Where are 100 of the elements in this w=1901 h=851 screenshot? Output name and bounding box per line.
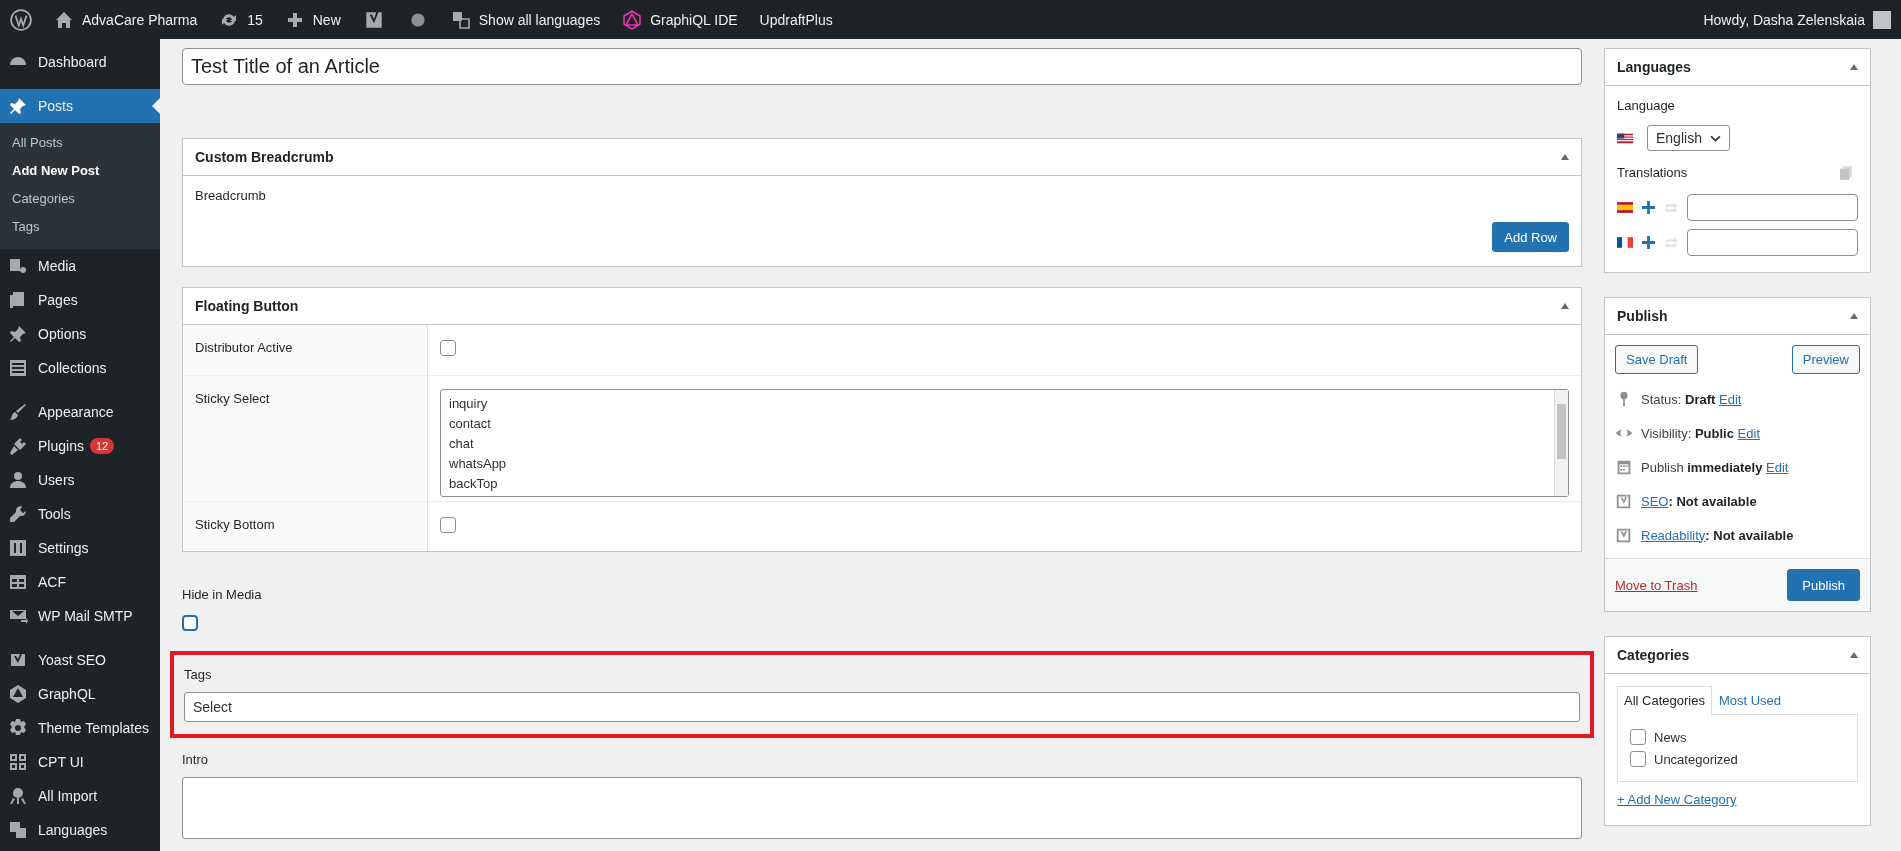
checkbox[interactable] — [440, 340, 456, 357]
admin-bar-link[interactable]: New — [284, 9, 341, 30]
move-to-trash-link[interactable]: Move to Trash — [1615, 577, 1698, 593]
publish-button[interactable]: Publish — [1787, 569, 1860, 601]
home-icon — [54, 9, 74, 30]
sync-icon — [1664, 201, 1678, 214]
edit-link[interactable]: Edit — [1737, 425, 1760, 441]
submenu-item[interactable]: Add New Post — [0, 157, 160, 185]
box-title: Languages — [1617, 59, 1691, 75]
field-label: Sticky Bottom — [195, 517, 276, 532]
field-label: Intro — [182, 752, 209, 767]
sidebar-item[interactable]: CPT UI — [0, 745, 160, 779]
sidebar-item[interactable]: Posts — [0, 89, 160, 123]
sidebar-item[interactable]: Yoast SEO — [0, 643, 160, 677]
language-select[interactable]: English — [1647, 125, 1730, 151]
add-row-button[interactable]: Add Row — [1492, 222, 1569, 252]
collapse-triangle-icon[interactable] — [1561, 303, 1569, 309]
status-text: : Not available — [1705, 527, 1794, 543]
field-label: Translations — [1617, 165, 1688, 180]
y-letter-icon — [1615, 526, 1633, 544]
translation-field[interactable] — [1687, 229, 1858, 256]
edit-link[interactable]: Edit — [1766, 459, 1789, 475]
sync-icon — [1664, 236, 1678, 249]
collapse-triangle-icon[interactable] — [1850, 313, 1858, 319]
sidebar-item[interactable]: GraphQL — [0, 677, 160, 711]
preview-button[interactable]: Preview — [1791, 345, 1860, 374]
save-draft-button[interactable]: Save Draft — [1615, 345, 1699, 374]
account-menu-link[interactable]: Howdy, Dasha Zelenskaia — [1703, 11, 1865, 28]
translate-icon — [8, 820, 28, 840]
field-label: Language — [1617, 98, 1676, 113]
category-tab[interactable]: All Categories — [1617, 686, 1712, 715]
list-option[interactable]: whatsApp — [449, 454, 1546, 474]
report-link[interactable]: Readability — [1641, 527, 1706, 543]
plug-icon — [8, 436, 28, 456]
pointer-triangle-icon — [152, 98, 160, 114]
submenu-item[interactable]: All Posts — [0, 129, 160, 157]
sidebar-item[interactable]: Options — [0, 317, 160, 351]
multi-select-list[interactable]: inquiry contact chat whatsApp backTop — [440, 389, 1569, 497]
admin-bar-link[interactable]: GraphiQL IDE — [622, 9, 738, 30]
select-field[interactable]: Select — [184, 692, 1580, 722]
sidebar-item[interactable]: Settings — [0, 531, 160, 565]
submenu-item[interactable]: Tags — [0, 213, 160, 241]
add-new-category-link[interactable]: + Add New Category — [1617, 792, 1737, 807]
sidebar-item[interactable]: Plugins 12 — [0, 429, 160, 463]
collapse-triangle-icon[interactable] — [1561, 154, 1569, 160]
list-option[interactable]: chat — [449, 434, 1546, 454]
admin-bar-link[interactable]: Show all languages — [450, 9, 601, 30]
avatar-placeholder — [1873, 10, 1891, 29]
sidebar-item[interactable]: Dashboard — [0, 45, 160, 79]
checkbox[interactable] — [1630, 751, 1646, 767]
sidebar-item[interactable]: Media — [0, 249, 160, 283]
admin-bar-link[interactable]: 15 — [219, 9, 263, 30]
category-tab[interactable]: Most Used — [1711, 686, 1789, 714]
hexagon-icon — [8, 684, 28, 704]
sidebar-item[interactable]: ACF — [0, 565, 160, 599]
sidebar-item[interactable]: Tools — [0, 497, 160, 531]
sidebar-item[interactable]: Theme Templates — [0, 711, 160, 745]
report-link[interactable]: SEO — [1641, 493, 1669, 509]
sidebar-item[interactable]: All Import — [0, 779, 160, 813]
hexagon-icon — [622, 9, 643, 30]
count-badge: 12 — [89, 438, 115, 454]
text-area[interactable] — [182, 777, 1582, 839]
octopus-icon — [8, 786, 28, 806]
flag-icon — [1617, 237, 1633, 248]
scrollbar[interactable] — [1554, 390, 1568, 496]
translate-icon — [450, 9, 471, 30]
add-icon[interactable] — [1642, 236, 1655, 249]
sidebar-item[interactable]: WP Mail SMTP — [0, 599, 160, 633]
collapse-triangle-icon[interactable] — [1850, 652, 1858, 658]
list-option[interactable]: backTop — [449, 474, 1546, 494]
submenu-item[interactable]: Categories — [0, 185, 160, 213]
list-option[interactable]: contact — [449, 414, 1546, 434]
checkbox[interactable] — [440, 517, 456, 534]
checkbox[interactable] — [182, 615, 198, 631]
pushpin-icon — [8, 324, 28, 344]
sidebar-item[interactable]: Users — [0, 463, 160, 497]
sidebar-item[interactable]: Pages — [0, 283, 160, 317]
admin-bar-link[interactable]: AdvaCare Pharma — [54, 9, 198, 30]
list-option[interactable]: inquiry — [449, 394, 1546, 414]
wordpress-logo-icon[interactable] — [10, 8, 32, 31]
checkbox[interactable] — [1630, 729, 1646, 745]
status-text: Publish immediately — [1641, 459, 1763, 475]
sidebar-item[interactable]: Languages — [0, 813, 160, 847]
box-title: Custom Breadcrumb — [195, 149, 334, 165]
flag-icon — [1617, 132, 1633, 144]
user-icon — [8, 470, 28, 490]
sliders-icon — [8, 538, 28, 558]
grid-icon — [8, 752, 28, 772]
collapse-triangle-icon[interactable] — [1850, 64, 1858, 70]
admin-bar-link[interactable]: UpdraftPlus — [759, 11, 833, 28]
sidebar-item[interactable]: Appearance — [0, 395, 160, 429]
chevron-down-icon — [1709, 134, 1721, 142]
add-icon[interactable] — [1642, 201, 1655, 214]
translation-field[interactable] — [1687, 194, 1858, 221]
sidebar-item[interactable]: Collections — [0, 351, 160, 385]
edit-link[interactable]: Edit — [1719, 391, 1742, 407]
category-label: News — [1654, 729, 1687, 745]
status-text: : Not available — [1668, 493, 1757, 509]
title-field[interactable]: Test Title of an Article — [182, 48, 1582, 85]
brush-icon — [8, 402, 28, 422]
